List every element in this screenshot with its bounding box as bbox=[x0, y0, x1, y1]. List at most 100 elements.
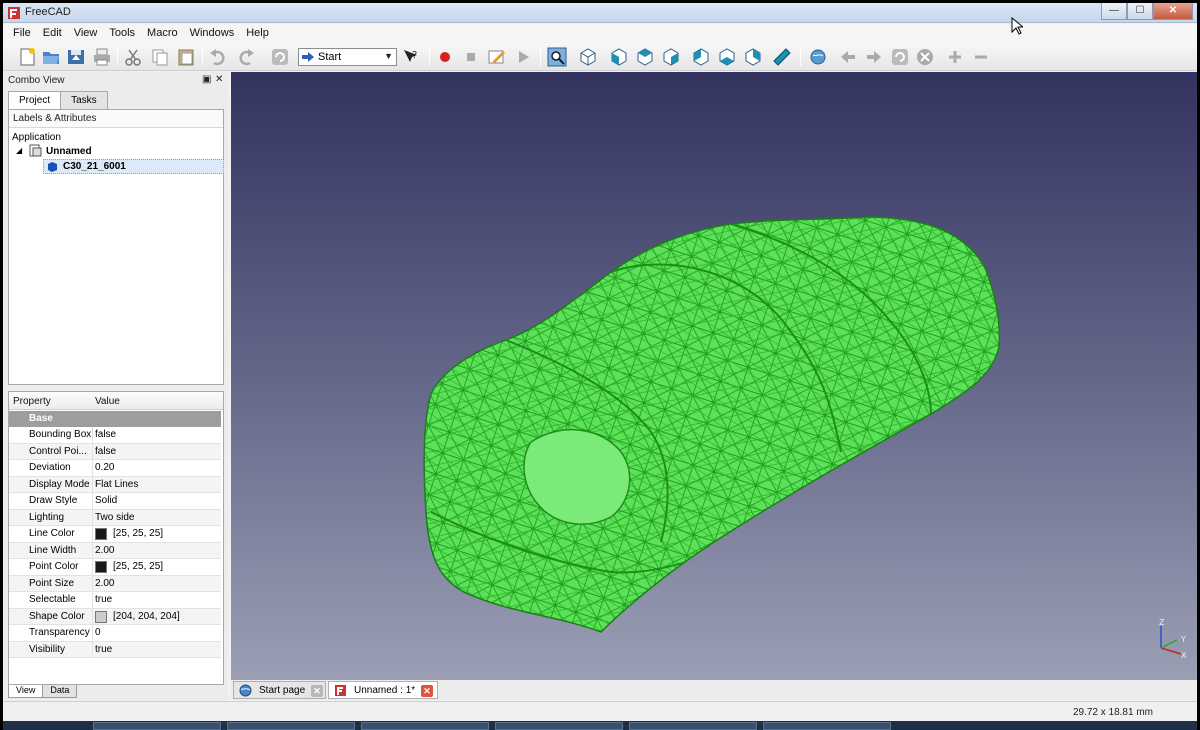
property-row[interactable]: Lighting Two side bbox=[9, 509, 221, 526]
tab-unnamed[interactable]: Unnamed : 1* ✕ bbox=[328, 681, 438, 699]
property-row[interactable]: Draw Style Solid bbox=[9, 493, 221, 510]
property-value[interactable]: Flat Lines bbox=[95, 479, 138, 490]
property-value[interactable]: 0.20 bbox=[95, 462, 114, 473]
property-value[interactable]: false bbox=[95, 429, 116, 440]
refresh-icon[interactable] bbox=[270, 47, 290, 67]
menu-windows[interactable]: Windows bbox=[184, 24, 241, 43]
fit-all-icon[interactable] bbox=[547, 47, 567, 67]
close-button[interactable]: ✕ bbox=[1153, 3, 1193, 20]
taskbar-item[interactable] bbox=[495, 722, 623, 730]
color-swatch[interactable] bbox=[95, 610, 107, 623]
workbench-selector[interactable]: Start ▼ bbox=[298, 48, 397, 66]
paste-icon[interactable] bbox=[176, 47, 196, 67]
menu-file[interactable]: File bbox=[7, 24, 37, 43]
menu-tools[interactable]: Tools bbox=[103, 24, 141, 43]
measure-icon[interactable] bbox=[772, 47, 792, 67]
taskbar-item[interactable] bbox=[629, 722, 757, 730]
minimize-button[interactable]: — bbox=[1101, 3, 1127, 20]
menu-view[interactable]: View bbox=[68, 24, 104, 43]
property-row[interactable]: Point Color [25, 25, 25] bbox=[9, 559, 221, 576]
undo-icon[interactable] bbox=[208, 47, 228, 67]
save-icon[interactable] bbox=[66, 47, 86, 67]
zoom-in-icon[interactable] bbox=[945, 47, 965, 67]
maximize-button[interactable]: ☐ bbox=[1127, 3, 1153, 20]
whats-this-icon[interactable]: ? bbox=[401, 47, 421, 67]
property-value[interactable]: Two side bbox=[95, 512, 134, 523]
tab-data[interactable]: Data bbox=[42, 685, 78, 698]
tab-start-page[interactable]: Start page ✕ bbox=[233, 681, 326, 699]
bottom-view-icon[interactable] bbox=[717, 47, 737, 67]
close-tab-icon[interactable]: ✕ bbox=[421, 685, 433, 697]
property-name: Visibility bbox=[29, 643, 65, 655]
run-macro-icon[interactable] bbox=[513, 47, 533, 67]
redo-icon[interactable] bbox=[236, 47, 256, 67]
property-row[interactable]: Control Poi... false bbox=[9, 443, 221, 460]
property-value[interactable]: [25, 25, 25] bbox=[113, 528, 163, 539]
property-row[interactable]: Transparency 0 bbox=[9, 625, 221, 642]
color-swatch[interactable] bbox=[95, 561, 107, 573]
property-row[interactable]: Deviation 0.20 bbox=[9, 460, 221, 477]
left-view-icon[interactable] bbox=[743, 47, 763, 67]
tab-tasks[interactable]: Tasks bbox=[60, 91, 108, 109]
property-row[interactable]: Line Color [25, 25, 25] bbox=[9, 526, 221, 543]
new-document-icon[interactable] bbox=[17, 47, 37, 67]
tree-object-c30[interactable]: C30_21_6001 bbox=[63, 161, 126, 172]
freecad-document-icon bbox=[335, 685, 346, 696]
property-value[interactable]: true bbox=[95, 644, 112, 655]
web-refresh-icon[interactable] bbox=[890, 47, 910, 67]
taskbar-item[interactable] bbox=[763, 722, 891, 730]
rear-view-icon[interactable] bbox=[691, 47, 711, 67]
property-row[interactable]: Display Mode Flat Lines bbox=[9, 476, 221, 493]
color-swatch[interactable] bbox=[95, 528, 107, 540]
copy-icon[interactable] bbox=[150, 47, 170, 67]
open-icon[interactable] bbox=[41, 47, 61, 67]
front-view-icon[interactable] bbox=[609, 47, 629, 67]
right-view-icon[interactable] bbox=[661, 47, 681, 67]
tab-project[interactable]: Project bbox=[8, 91, 62, 110]
3d-viewport[interactable]: Z Y X bbox=[231, 72, 1197, 680]
property-value[interactable]: true bbox=[95, 594, 112, 605]
axonometric-view-icon[interactable] bbox=[578, 47, 598, 67]
record-macro-icon[interactable] bbox=[435, 47, 455, 67]
web-forward-icon[interactable] bbox=[864, 47, 884, 67]
top-view-icon[interactable] bbox=[635, 47, 655, 67]
property-row[interactable]: Shape Color [204, 204, 204] bbox=[9, 608, 221, 625]
property-row[interactable]: Bounding Box false bbox=[9, 427, 221, 444]
property-row[interactable]: Selectable true bbox=[9, 592, 221, 609]
float-panel-icon[interactable]: ▣ bbox=[202, 74, 211, 85]
menu-edit[interactable]: Edit bbox=[37, 24, 68, 43]
property-value[interactable]: 0 bbox=[95, 627, 101, 638]
property-value[interactable]: [25, 25, 25] bbox=[113, 561, 163, 572]
property-value[interactable]: false bbox=[95, 446, 116, 457]
property-value[interactable]: 2.00 bbox=[95, 545, 114, 556]
menu-help[interactable]: Help bbox=[240, 24, 275, 43]
tree-document-unnamed[interactable]: Unnamed bbox=[46, 146, 92, 157]
property-value[interactable]: 2.00 bbox=[95, 578, 114, 589]
print-icon[interactable] bbox=[92, 47, 112, 67]
web-back-icon[interactable] bbox=[838, 47, 858, 67]
edit-macro-icon[interactable] bbox=[487, 47, 507, 67]
taskbar-item[interactable] bbox=[227, 722, 355, 730]
property-row[interactable]: Line Width 2.00 bbox=[9, 542, 221, 559]
expand-arrow-icon[interactable]: ◢ bbox=[16, 146, 22, 155]
zoom-out-icon[interactable] bbox=[971, 47, 991, 67]
close-panel-icon[interactable]: ✕ bbox=[215, 74, 223, 85]
taskbar-item[interactable] bbox=[93, 722, 221, 730]
web-stop-icon[interactable] bbox=[915, 47, 935, 67]
property-name: Deviation bbox=[29, 462, 71, 473]
taskbar-item[interactable] bbox=[361, 722, 489, 730]
menu-macro[interactable]: Macro bbox=[141, 24, 184, 43]
property-row[interactable]: Point Size 2.00 bbox=[9, 575, 221, 592]
tree-root-label: Application bbox=[12, 132, 61, 143]
car-mesh-model[interactable] bbox=[231, 72, 1197, 680]
stop-macro-icon[interactable] bbox=[461, 47, 481, 67]
start-arrow-icon bbox=[302, 52, 314, 62]
close-tab-icon[interactable]: ✕ bbox=[311, 685, 323, 697]
property-group-base[interactable]: Base bbox=[9, 411, 221, 427]
web-home-icon[interactable] bbox=[808, 47, 828, 67]
property-row[interactable]: Visibility true bbox=[9, 641, 221, 658]
cut-icon[interactable] bbox=[123, 47, 143, 67]
property-value[interactable]: [204, 204, 204] bbox=[113, 611, 180, 622]
tab-view[interactable]: View bbox=[8, 685, 44, 698]
property-value[interactable]: Solid bbox=[95, 495, 117, 506]
